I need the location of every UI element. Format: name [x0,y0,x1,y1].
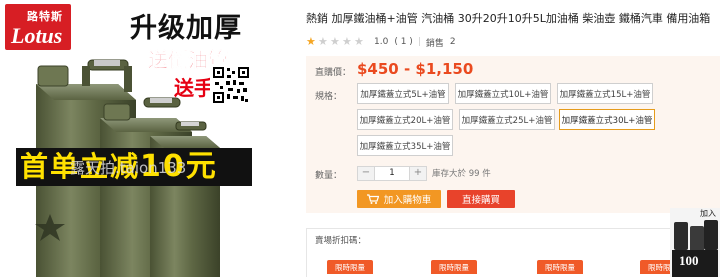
variant-option[interactable]: 加厚鐵蓋立式25L+油管 [459,109,555,130]
spec-label: 規格： [315,92,343,102]
coupon-section: 賣場折扣碼： 限時限量 限時限量 限時限量 限時限量 [306,228,686,277]
variant-option[interactable]: 加厚鐵蓋立式20L+油管 [357,109,453,130]
cart-icon [366,194,380,204]
variant-option-selected[interactable]: 加厚鐵蓋立式30L+油管 [559,109,655,130]
logo-english-text: Lotus [11,23,63,48]
star-icon: ★ [306,35,316,48]
star-icon: ★ [354,35,364,48]
coupon-tag[interactable]: 限時限量 [327,260,373,274]
stock-text: 庫存大於 99 件 [432,169,491,179]
variant-option[interactable]: 加厚鐵蓋立式35L+油管 [357,135,453,156]
coupon-title: 賣場折扣碼： [315,236,367,246]
star-icon: ★ [342,35,352,48]
side-ad-thumbnail[interactable]: 加入 100 [670,208,720,277]
image-promo-line2: 送手 [174,76,214,100]
buy-now-button[interactable]: 直接購買 [447,190,515,208]
rating-row: ★ ★ ★ ★ ★ 1.0 ( 1 ) | 銷售 2 [306,34,456,50]
coupon-tag[interactable]: 限時限量 [537,260,583,274]
rating-stars: ★ ★ ★ ★ ★ [306,36,366,48]
logo-chinese-text: 路特斯 [27,10,63,23]
purchase-panel: 直購價： $450 - $1,150 規格： 加厚鐵蓋立式5L+油管 加厚鐵蓋立… [306,56,720,213]
image-watermark: 露天拍.taion133 [70,159,187,177]
qty-label: 數量： [315,171,343,181]
review-count-link[interactable]: ( 1 ) [394,37,412,47]
image-headline: 升级加厚 [130,13,242,44]
variant-option[interactable]: 加厚鐵蓋立式15L+油管 [557,83,653,104]
product-title: 熱銷 加厚鐵油桶+油管 汽油桶 30升20升10升5L加油桶 柴油壺 鐵桶汽車 … [306,12,711,25]
star-icon: ★ [318,35,328,48]
product-image[interactable]: 路特斯 Lotus 升级加厚 送倒油管 送手 首单立减10元 露天拍.taion… [0,0,287,277]
price-label: 直購價： [315,68,352,78]
qty-plus-button[interactable]: + [410,167,426,180]
add-to-cart-label: 加入購物車 [383,195,432,206]
qr-code-icon [210,64,252,106]
brand-logo: 路特斯 Lotus [5,4,71,50]
price-range: $450 - $1,150 [357,60,474,78]
qty-minus-button[interactable]: − [358,167,374,180]
side-ad-big-text: 100 [679,253,699,268]
rating-divider: | [417,37,421,47]
sold-label: 銷售 [425,38,444,49]
coupon-tag[interactable]: 限時限量 [431,260,477,274]
star-icon: ★ [330,35,340,48]
sold-count: 2 [449,37,456,47]
quantity-stepper: − 1 + [357,166,427,181]
rating-value: 1.0 [374,37,389,47]
add-to-cart-button[interactable]: 加入購物車 [357,190,441,208]
variant-option[interactable]: 加厚鐵蓋立式10L+油管 [455,83,551,104]
side-ad-caption: 加入 [700,209,716,218]
qty-input[interactable]: 1 [374,167,410,180]
variant-option[interactable]: 加厚鐵蓋立式5L+油管 [357,83,449,104]
